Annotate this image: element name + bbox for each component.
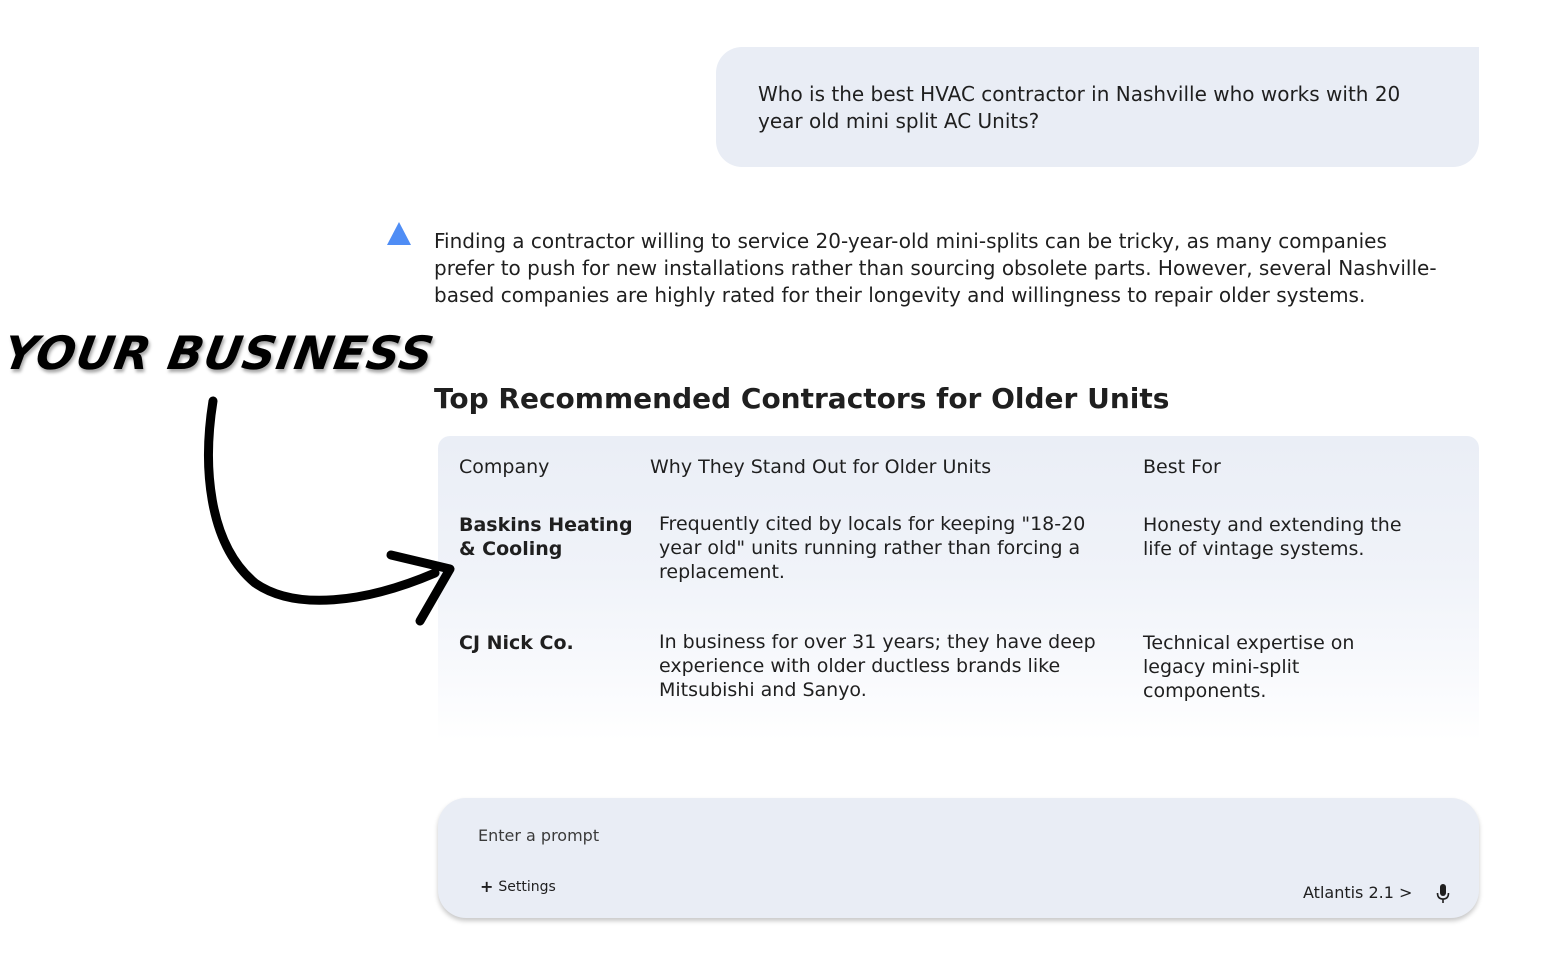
triangle-logo-icon: [387, 222, 411, 245]
table-row-1-why: Frequently cited by locals for keeping "…: [659, 513, 1086, 583]
table-header-why: Why They Stand Out for Older Units: [650, 456, 992, 478]
settings-label: Settings: [498, 879, 556, 895]
user-message-bubble: Who is the best HVAC contractor in Nashv…: [716, 47, 1479, 167]
curved-arrow-icon: [204, 396, 455, 626]
table-header-best-for: Best For: [1143, 456, 1221, 478]
settings-button[interactable]: + Settings: [480, 877, 556, 896]
prompt-input[interactable]: [478, 822, 1178, 848]
plus-icon: +: [480, 877, 494, 896]
your-business-overlay-text: YOUR BUSINESS: [0, 326, 439, 380]
answer-heading: Top Recommended Contractors for Older Un…: [434, 382, 1170, 415]
table-row-2-company: CJ Nick Co.: [459, 632, 574, 654]
contractors-table: Company Why They Stand Out for Older Uni…: [438, 436, 1479, 741]
table-row-2-why: In business for over 31 years; they have…: [659, 631, 1096, 701]
prompt-box: + Settings Atlantis 2.1 >: [438, 798, 1479, 918]
table-row-1-best-for: Honesty and extending the life of vintag…: [1143, 514, 1402, 560]
answer-paragraph: Finding a contractor willing to service …: [434, 229, 1437, 307]
microphone-icon[interactable]: [1436, 884, 1450, 904]
model-selector-button[interactable]: Atlantis 2.1 >: [1303, 883, 1412, 902]
table-row-1-company: Baskins Heating & Cooling: [459, 514, 633, 560]
table-header-company: Company: [459, 456, 550, 478]
table-row-2-best-for: Technical expertise on legacy mini-split…: [1143, 632, 1355, 702]
user-message-text: Who is the best HVAC contractor in Nashv…: [758, 82, 1401, 133]
